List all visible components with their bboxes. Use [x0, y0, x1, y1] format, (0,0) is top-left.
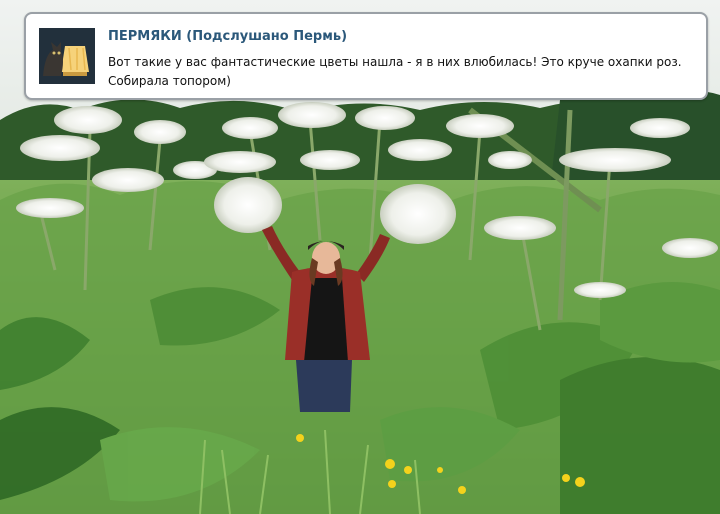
post-text: Вот такие у вас фантастические цветы наш… — [108, 55, 682, 88]
post-card: ПЕРМЯКИ (Подслушано Пермь) Вот такие у в… — [24, 12, 708, 100]
cat-with-lamp-avatar-icon[interactable] — [39, 28, 95, 84]
post-author-link[interactable]: ПЕРМЯКИ (Подслушано Пермь) — [108, 29, 347, 44]
